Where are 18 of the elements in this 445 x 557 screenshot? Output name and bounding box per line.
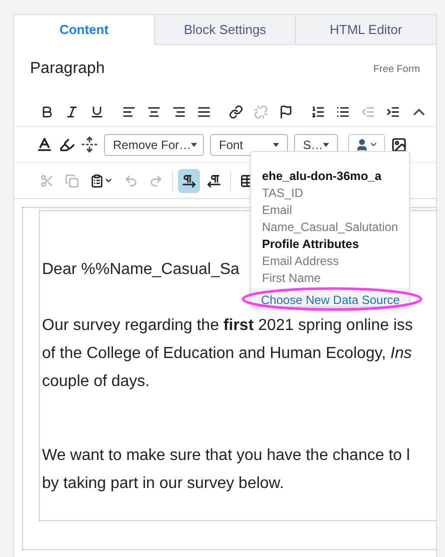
paragraph-line: couple of days. xyxy=(42,372,150,392)
menu-item[interactable]: Email xyxy=(262,202,292,219)
mode-label: Free Form xyxy=(373,62,420,76)
menu-item[interactable]: TAS_ID xyxy=(262,185,304,202)
tab[interactable]: HTML Editor xyxy=(295,15,436,45)
tab[interactable]: Block Settings xyxy=(154,15,295,45)
greeting-text: Dear %%Name_Casual_Sa xyxy=(42,260,240,280)
paragraph-line: by taking part in our survey below. xyxy=(42,474,284,494)
paragraph-line: of the College of Education and Human Ecology, Ins xyxy=(42,344,412,364)
paragraph-line: Our survey regarding the first 2021 spring online iss xyxy=(42,316,413,336)
menu-group-heading: Profile Attributes xyxy=(262,236,359,253)
menu-item[interactable]: Name_Casual_Salutation xyxy=(262,219,398,236)
format-title: Paragraph xyxy=(30,59,105,79)
menu-group-heading: ehe_alu-don-36mo_a xyxy=(262,168,382,185)
remove-format-select[interactable]: Remove For… xyxy=(104,134,204,156)
paragraph-line: We want to make sure that you have the chance to l xyxy=(42,446,410,466)
menu-item[interactable]: Email Address xyxy=(262,253,339,270)
menu-item[interactable]: First Name xyxy=(262,270,321,287)
